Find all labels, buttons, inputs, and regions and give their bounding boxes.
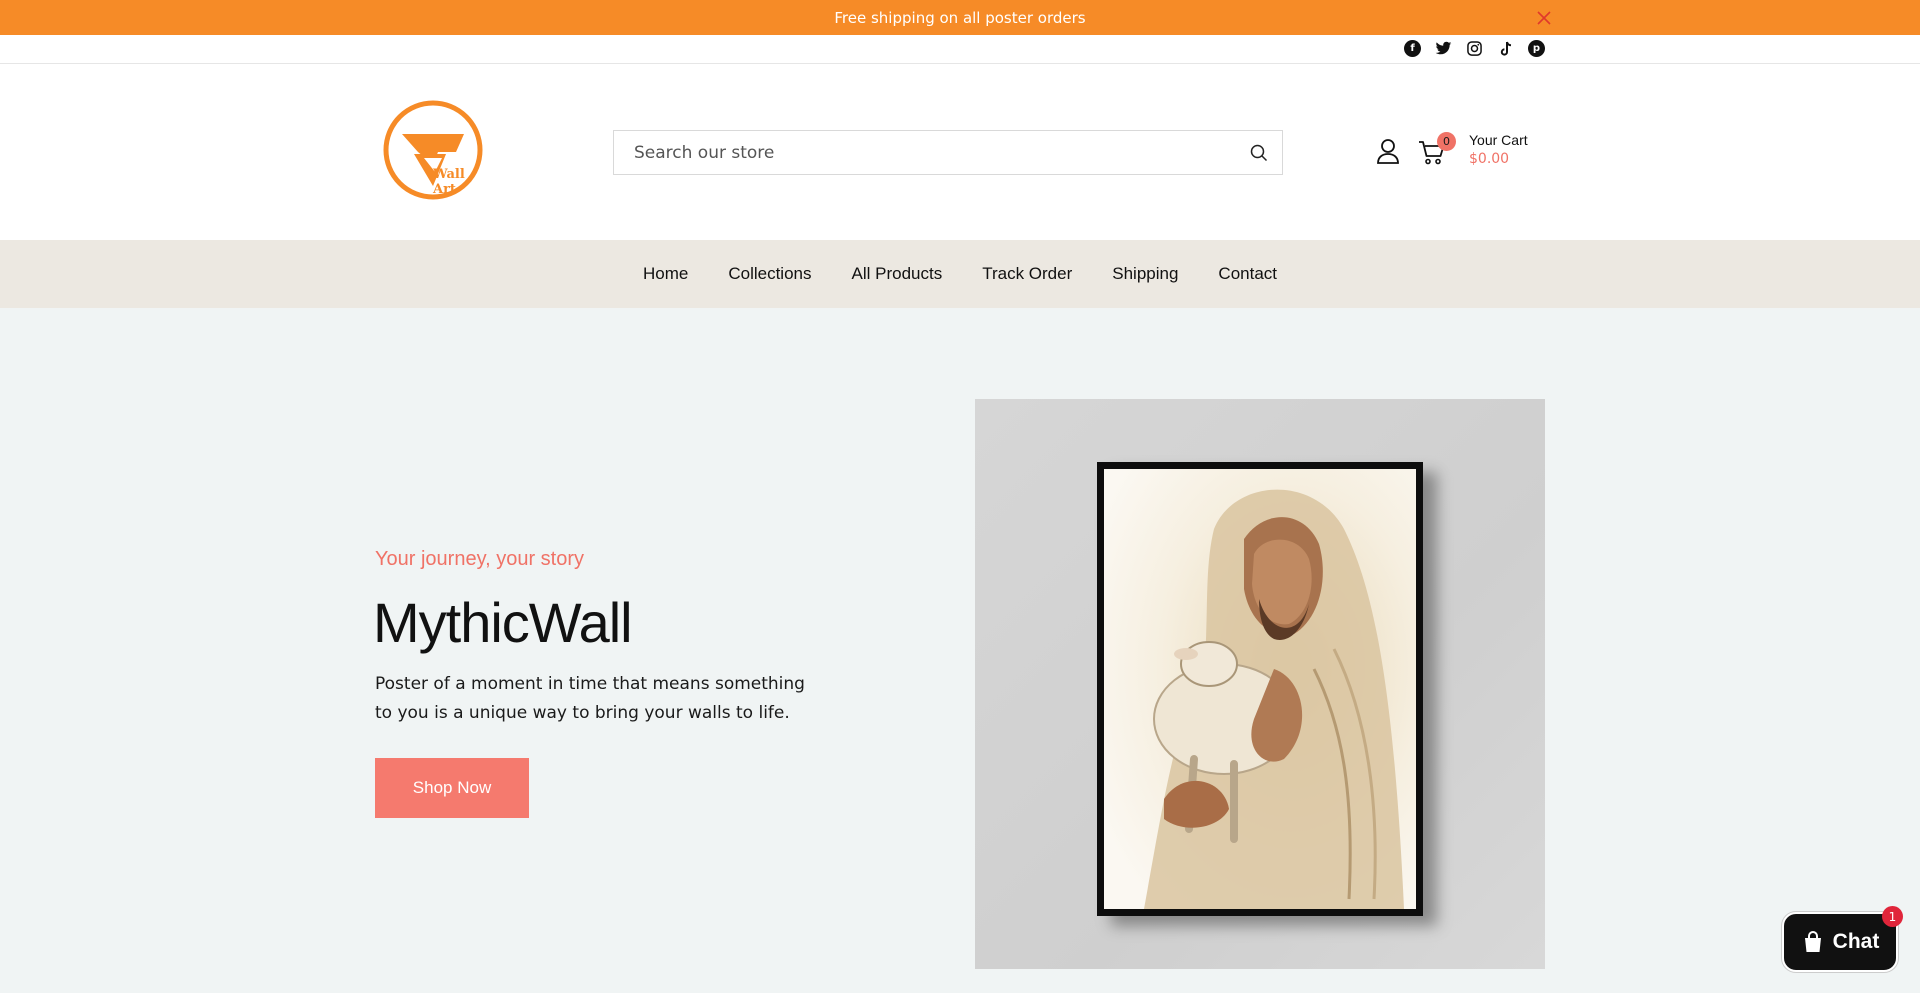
shop-now-button[interactable]: Shop Now <box>375 758 529 818</box>
announcement-text: Free shipping on all poster orders <box>834 8 1086 27</box>
close-icon[interactable] <box>1534 8 1554 28</box>
logo-text: Wall Art <box>433 167 465 197</box>
instagram-icon[interactable] <box>1466 40 1483 57</box>
logo[interactable]: Wall Art <box>380 98 490 202</box>
hero-title: MythicWall <box>373 591 633 654</box>
search-icon[interactable] <box>1236 131 1282 174</box>
main-nav: Home Collections All Products Track Orde… <box>0 240 1920 308</box>
cart-label: Your Cart <box>1469 132 1528 148</box>
twitter-icon[interactable] <box>1435 40 1452 57</box>
nav-item-home[interactable]: Home <box>643 264 688 284</box>
search-input[interactable] <box>614 131 1236 174</box>
chat-label: Chat <box>1832 930 1880 953</box>
site-header: Wall Art 0 Your Cart $0.00 <box>0 64 1920 240</box>
chat-bag-icon <box>1804 931 1821 952</box>
cart-count-badge: 0 <box>1437 132 1456 151</box>
nav-item-shipping[interactable]: Shipping <box>1112 264 1178 284</box>
chat-notification-badge: 1 <box>1882 906 1903 927</box>
hero-product-image[interactable] <box>975 399 1545 969</box>
nav-item-collections[interactable]: Collections <box>728 264 811 284</box>
search-bar <box>613 130 1283 175</box>
account-icon[interactable] <box>1376 138 1400 164</box>
social-links: f p <box>1404 40 1545 57</box>
nav-item-track-order[interactable]: Track Order <box>982 264 1072 284</box>
hero-description: Poster of a moment in time that means so… <box>375 674 805 723</box>
pinterest-icon[interactable]: p <box>1528 40 1545 57</box>
social-strip: f p <box>0 35 1920 64</box>
announcement-bar: Free shipping on all poster orders <box>0 0 1920 35</box>
chat-button[interactable]: Chat <box>1782 912 1898 972</box>
nav-item-contact[interactable]: Contact <box>1218 264 1277 284</box>
hero-subheading: Your journey, your story <box>375 548 584 570</box>
hero-section: Your journey, your story MythicWall Post… <box>0 308 1920 993</box>
tiktok-icon[interactable] <box>1497 40 1514 57</box>
cart-summary[interactable]: Your Cart $0.00 <box>1469 132 1528 167</box>
nav-item-all-products[interactable]: All Products <box>852 264 943 284</box>
poster-artwork <box>1104 469 1416 909</box>
facebook-icon[interactable]: f <box>1404 40 1421 57</box>
cart-total: $0.00 <box>1469 151 1510 167</box>
poster-frame <box>1097 462 1423 916</box>
